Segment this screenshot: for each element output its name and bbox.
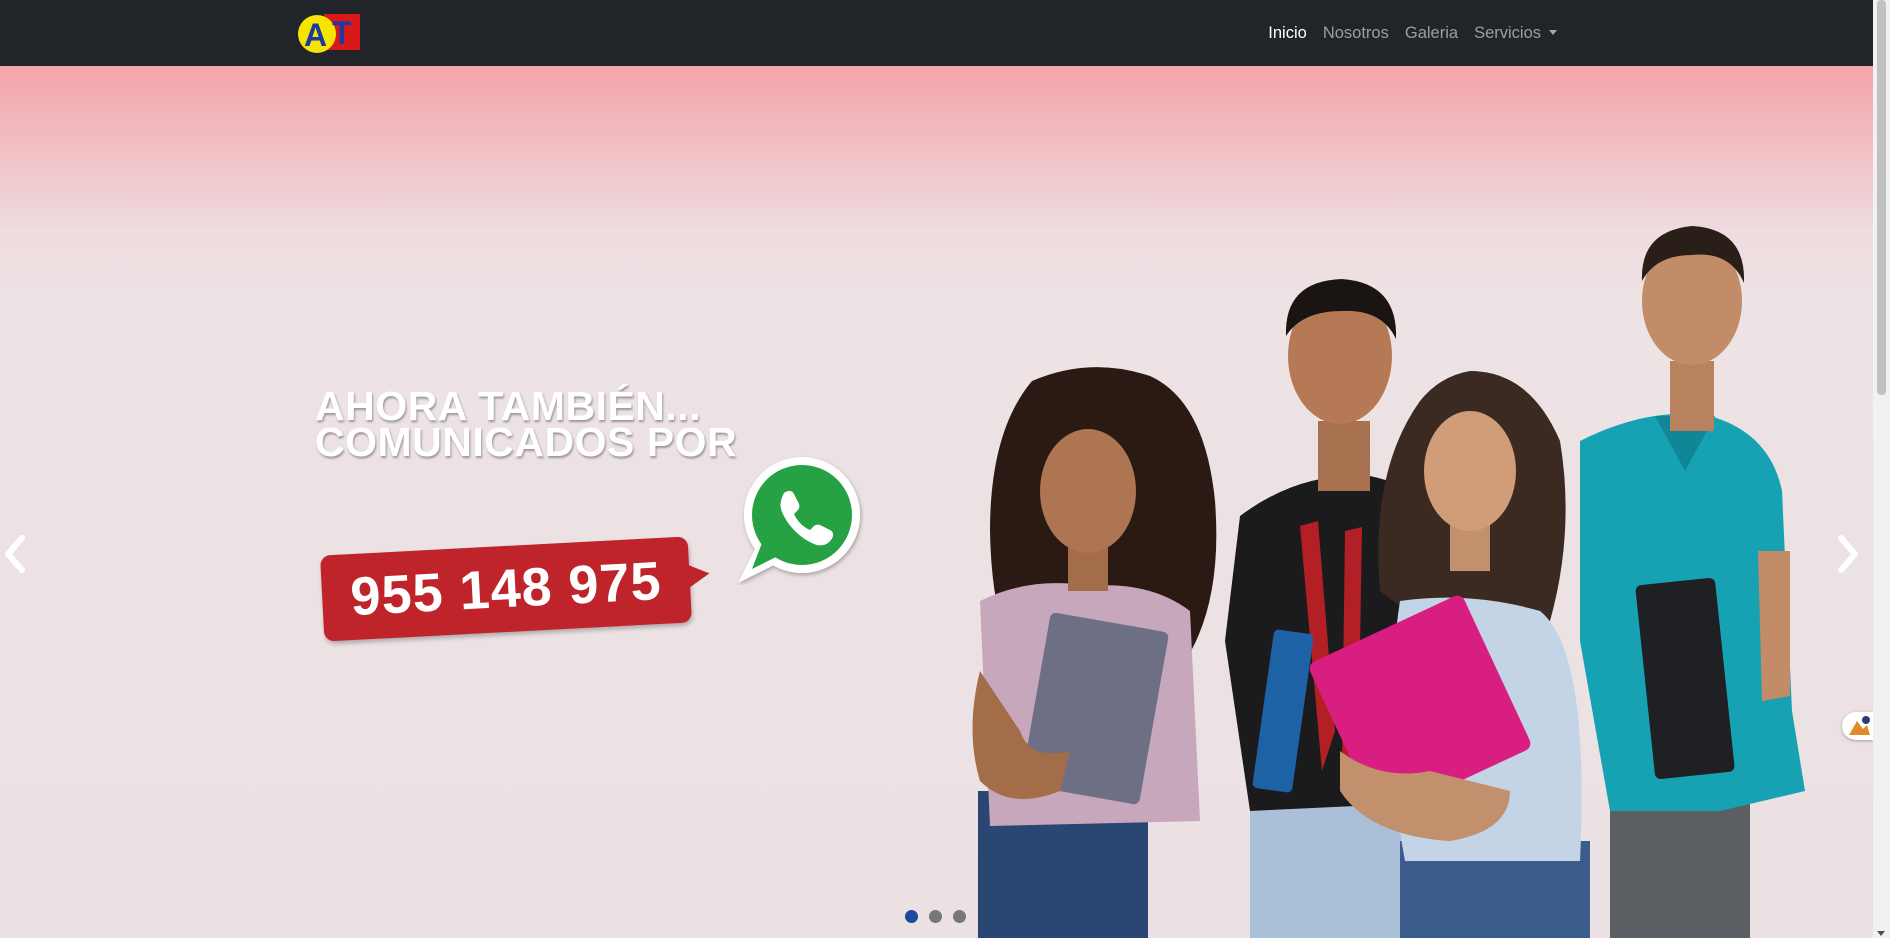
chevron-right-icon	[1838, 535, 1858, 573]
phone-tag-tail	[686, 563, 711, 589]
logo-letter-t: T	[332, 15, 352, 51]
carousel-indicators	[905, 910, 966, 923]
logo-letter-a: A	[304, 17, 328, 53]
brand-logo[interactable]: A T	[298, 14, 364, 54]
chat-widget-icon	[1849, 716, 1870, 735]
nav-link-inicio[interactable]: Inicio	[1260, 24, 1315, 43]
scrollbar-thumb[interactable]	[1877, 0, 1886, 395]
navbar: A T Inicio Nosotros Galeria Servicios	[0, 0, 1873, 66]
student-pink-top	[972, 367, 1217, 938]
hero-headline-line2: COMUNICADOS POR	[315, 419, 738, 465]
carousel-indicator-1[interactable]	[905, 910, 918, 923]
nav-link-galeria[interactable]: Galeria	[1397, 24, 1466, 43]
page-scrollbar[interactable]	[1873, 0, 1890, 938]
phone-tag: 955 148 975	[320, 536, 711, 642]
carousel-indicator-3[interactable]	[953, 910, 966, 923]
student-teal-polo	[1580, 226, 1805, 938]
carousel-indicator-2[interactable]	[929, 910, 942, 923]
floating-widget[interactable]	[1842, 712, 1873, 740]
nav-link-nosotros[interactable]: Nosotros	[1315, 24, 1397, 43]
chevron-left-icon	[5, 535, 25, 573]
nav-link-servicios[interactable]: Servicios	[1466, 24, 1565, 43]
scroll-down-arrow-icon[interactable]	[1877, 931, 1885, 936]
phone-number: 955 148 975	[348, 550, 663, 628]
whatsapp-icon	[738, 457, 860, 583]
carousel-next-button[interactable]	[1833, 524, 1863, 584]
nav-links: Inicio Nosotros Galeria Servicios	[1260, 0, 1565, 66]
carousel-prev-button[interactable]	[0, 524, 30, 584]
caret-down-icon	[1549, 29, 1557, 35]
nav-link-servicios-label: Servicios	[1474, 23, 1541, 42]
hero-headline: AHORA TAMBIÉN... COMUNICADOS POR	[315, 386, 738, 465]
hero-carousel: AHORA TAMBIÉN... COMUNICADOS POR 955 148…	[0, 66, 1873, 938]
students-photo	[972, 226, 1805, 938]
